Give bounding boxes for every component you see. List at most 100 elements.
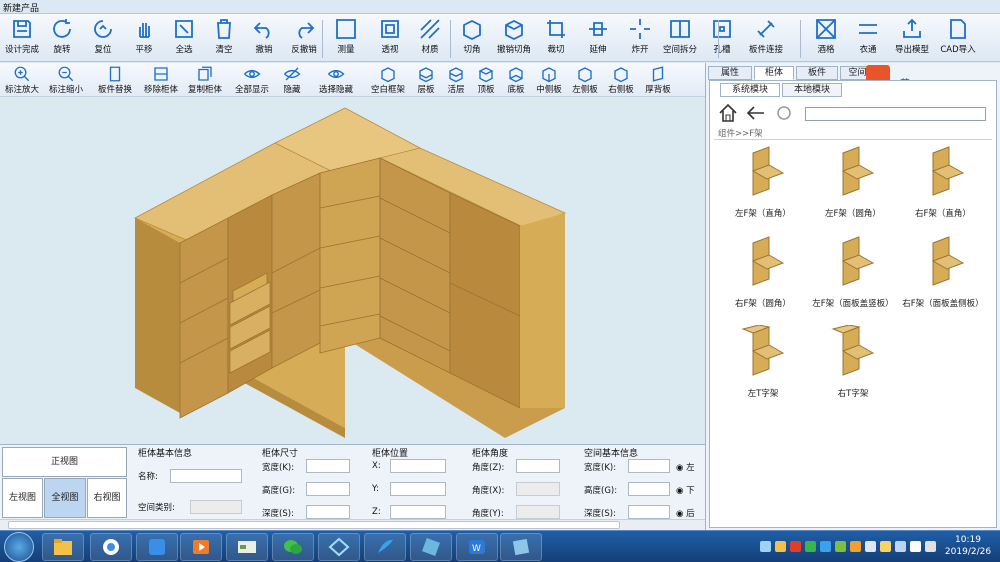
- cabinet-model[interactable]: [0, 98, 705, 444]
- angle-title: 柜体角度: [472, 449, 509, 459]
- zoom-out-button[interactable]: 标注缩小: [46, 65, 86, 95]
- shelf-button[interactable]: 层板: [414, 65, 438, 95]
- f-frame-thumbnail-icon: [751, 146, 785, 196]
- cad-app-icon[interactable]: [410, 533, 452, 561]
- module-item-label: 左F架（直角）: [735, 209, 791, 219]
- taskbar: W 10:19 2019/2/26: [0, 530, 1000, 562]
- tab-panels[interactable]: 板件: [796, 66, 838, 80]
- tray-icon[interactable]: [805, 541, 816, 552]
- blank-frame-button[interactable]: 空白框架: [366, 65, 410, 95]
- front-view-button[interactable]: 正视图: [2, 447, 127, 477]
- tray-icon[interactable]: [850, 541, 861, 552]
- left-side-button[interactable]: 左侧板: [570, 65, 600, 95]
- 3d-viewport[interactable]: [0, 98, 705, 444]
- notepad-icon[interactable]: [500, 533, 542, 561]
- name-field[interactable]: [170, 469, 242, 483]
- space-width-field[interactable]: [628, 459, 670, 473]
- home-icon[interactable]: [718, 103, 738, 123]
- bottom-panel-icon: [509, 67, 523, 83]
- tab-properties[interactable]: 属性: [708, 66, 752, 80]
- z-field[interactable]: [390, 505, 446, 519]
- top-panel-button[interactable]: 顶板: [474, 65, 498, 95]
- module-item-label: 左T字架: [747, 389, 779, 399]
- cad-import-button[interactable]: CAD导入: [938, 16, 978, 60]
- radio-back[interactable]: ◉ 后: [676, 507, 695, 519]
- angle-x-label: 角度(X):: [472, 486, 505, 496]
- module-item[interactable]: 右F架（直角）: [898, 145, 988, 233]
- module-item-label: 右F架（直角）: [915, 209, 971, 219]
- middle-side-button[interactable]: 中侧板: [534, 65, 564, 95]
- design-app-icon[interactable]: [318, 533, 360, 561]
- space-split-icon: [670, 20, 690, 38]
- scrollbar-thumb[interactable]: [8, 521, 620, 529]
- module-item[interactable]: 右F架（面板盖侧板）: [898, 235, 988, 323]
- radio-left-label: 左: [686, 463, 695, 473]
- left-view-button[interactable]: 左视图: [2, 478, 43, 518]
- notes-icon[interactable]: [136, 533, 178, 561]
- export-model-button[interactable]: 导出模型: [892, 16, 932, 60]
- module-item[interactable]: 右T字架: [808, 325, 898, 413]
- tray-icon[interactable]: [820, 541, 831, 552]
- zoom-in-button[interactable]: 标注放大: [2, 65, 42, 95]
- feather-app-icon[interactable]: [364, 533, 406, 561]
- tray-icon[interactable]: [925, 541, 936, 552]
- copy-cabinet-button[interactable]: 复制柜体: [184, 65, 226, 95]
- toolbar-separator: [322, 20, 323, 58]
- eye-button[interactable]: 全部显示: [230, 65, 274, 95]
- remove-cabinet-button[interactable]: 移除柜体: [140, 65, 182, 95]
- chamfer-icon: [463, 19, 481, 41]
- tray-icon[interactable]: [865, 541, 876, 552]
- module-search-input[interactable]: [805, 107, 986, 121]
- tray-icon[interactable]: [895, 541, 906, 552]
- bottom-panel-button[interactable]: 底板: [504, 65, 528, 95]
- height-field[interactable]: [306, 482, 350, 496]
- angle-z-field[interactable]: [516, 459, 560, 473]
- start-button-icon[interactable]: [4, 532, 34, 562]
- tray-icon[interactable]: [760, 541, 771, 552]
- system-clock[interactable]: 10:19 2019/2/26: [938, 534, 998, 558]
- thick-back-button[interactable]: 厚背板: [640, 65, 676, 95]
- tab-cabinet[interactable]: 柜体: [754, 66, 794, 80]
- module-item[interactable]: 左T字架: [718, 325, 808, 413]
- tab-local-modules[interactable]: 本地模块: [782, 83, 842, 97]
- tray-icon[interactable]: [835, 541, 846, 552]
- tab-system-modules[interactable]: 系统模块: [720, 83, 780, 97]
- refresh-icon[interactable]: [776, 105, 792, 121]
- depth-field[interactable]: [306, 505, 350, 519]
- divider: [714, 139, 992, 140]
- full-view-button[interactable]: 全视图: [44, 478, 86, 518]
- back-arrow-icon[interactable]: [746, 105, 766, 121]
- radio-left[interactable]: ◉ 左: [676, 461, 695, 473]
- module-item[interactable]: 左F架（面板盖竖板）: [808, 235, 898, 323]
- right-side-button[interactable]: 右侧板: [606, 65, 636, 95]
- module-item[interactable]: 左F架（圆角）: [808, 145, 898, 233]
- select-hide-button[interactable]: 选择隐藏: [314, 65, 358, 95]
- x-field[interactable]: [390, 459, 446, 473]
- wechat-icon[interactable]: [272, 533, 314, 561]
- tray-icon[interactable]: [790, 541, 801, 552]
- panel-connect-button[interactable]: 板件连接: [746, 16, 786, 60]
- module-item[interactable]: 左F架（直角）: [718, 145, 808, 233]
- radio-back-label: 后: [686, 509, 695, 519]
- tray-icon[interactable]: [880, 541, 891, 552]
- space-height-field[interactable]: [628, 482, 670, 496]
- right-view-button[interactable]: 右视图: [87, 478, 127, 518]
- module-item[interactable]: 右F架（圆角）: [718, 235, 808, 323]
- media-player-icon[interactable]: [180, 533, 222, 561]
- panel-replace-button[interactable]: 板件替换: [94, 65, 136, 95]
- tray-icon[interactable]: [910, 541, 921, 552]
- wps-icon[interactable]: W: [456, 533, 498, 561]
- radio-bottom[interactable]: ◉ 下: [676, 484, 695, 496]
- clock-date: 2019/2/26: [944, 547, 992, 557]
- tray-icon[interactable]: [775, 541, 786, 552]
- movable-shelf-button[interactable]: 活层: [444, 65, 468, 95]
- horizontal-scrollbar[interactable]: [0, 519, 705, 530]
- baidu-netdisk-icon[interactable]: [90, 533, 132, 561]
- app-window-icon[interactable]: [226, 533, 268, 561]
- hide-button[interactable]: 隐藏: [276, 65, 308, 95]
- y-field[interactable]: [390, 482, 446, 496]
- space-depth-field[interactable]: [628, 505, 670, 519]
- width-field[interactable]: [306, 459, 350, 473]
- angle-group: 柜体角度 角度(Z): 角度(X): 角度(Y):: [468, 445, 574, 519]
- folder-icon[interactable]: [42, 533, 84, 561]
